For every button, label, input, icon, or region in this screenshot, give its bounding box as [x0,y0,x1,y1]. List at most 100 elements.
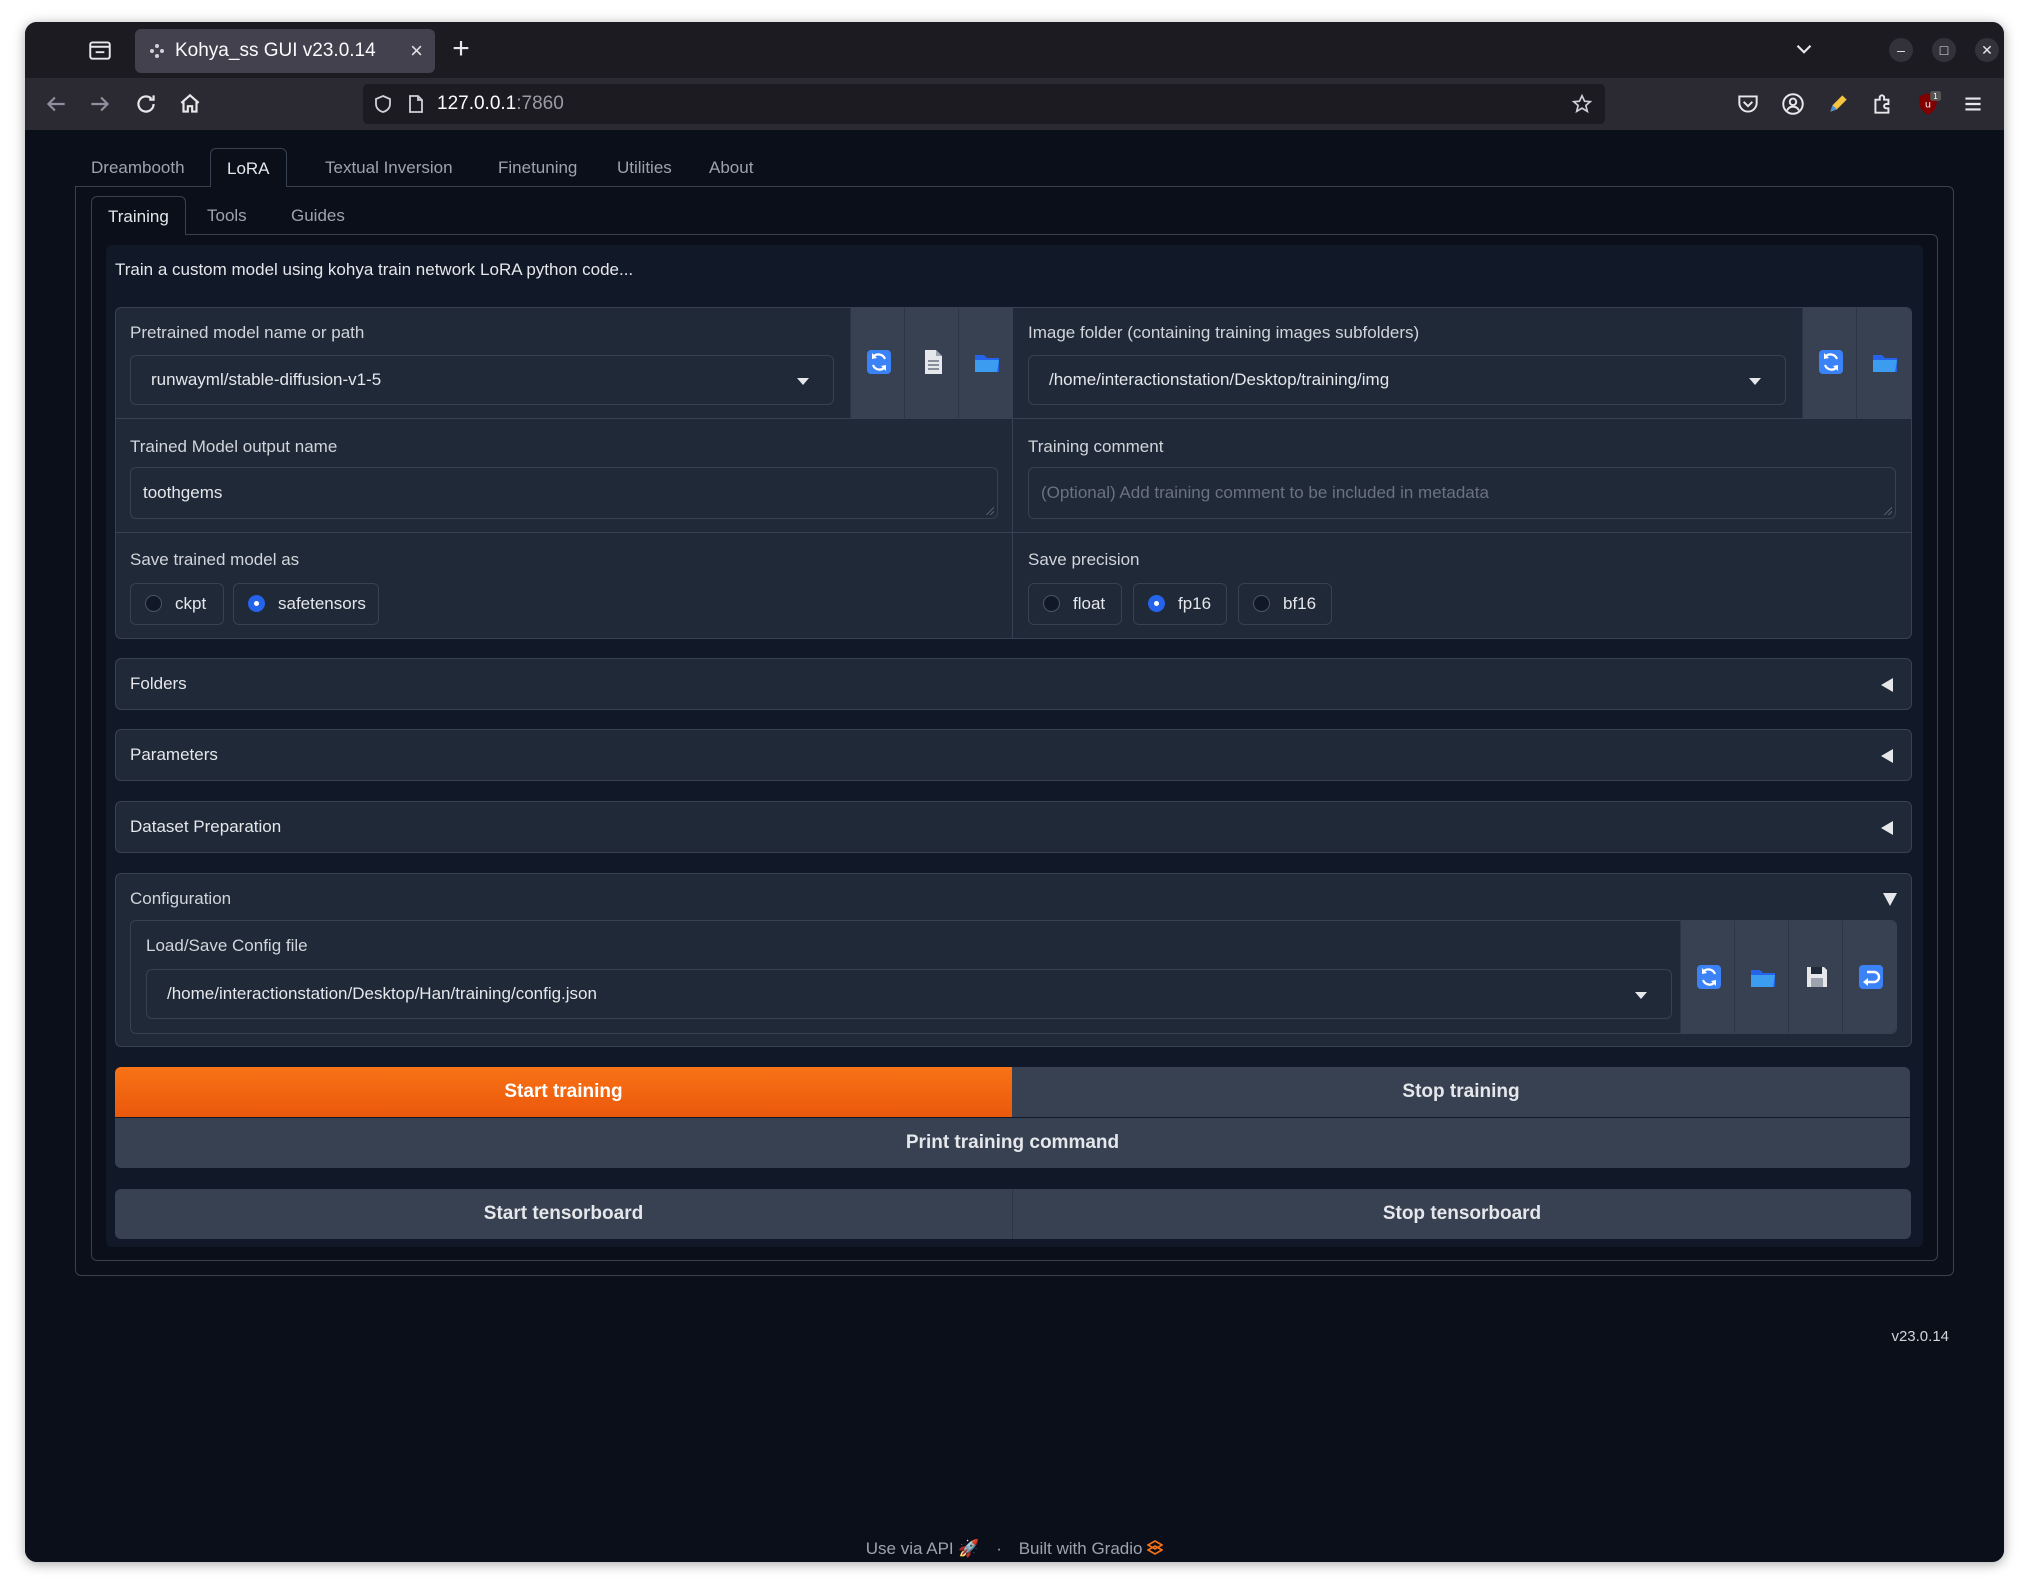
row-divider [116,418,1911,419]
parameters-accordion[interactable]: Parameters [115,729,1912,781]
radio-dot-selected [1148,595,1165,612]
select-image-folder-button[interactable] [1856,308,1911,418]
select-model-file-button[interactable] [904,308,959,418]
save-as-ckpt-radio[interactable]: ckpt [130,583,224,625]
svg-text:u: u [1925,99,1931,110]
bookmark-star-icon[interactable] [1571,93,1593,115]
use-via-api-link[interactable]: Use via API 🚀 [866,1539,980,1558]
extension-pencil-icon[interactable] [1825,91,1851,117]
browser-tab-title: Kohya_ss GUI v23.0.14 [175,40,376,61]
config-file-label: Load/Save Config file [146,936,308,955]
print-training-command-button[interactable]: Print training command [115,1118,1910,1168]
precision-bf16-radio[interactable]: bf16 [1238,583,1332,625]
stop-training-button[interactable]: Stop training [1012,1067,1910,1117]
image-folder-label: Image folder (containing training images… [1028,323,1420,342]
maximize-icon[interactable]: □ [1932,38,1956,62]
page-info-icon[interactable] [407,94,425,114]
tab-lora[interactable]: LoRA [210,148,287,187]
folder-icon [1873,355,1897,372]
resize-grip-icon[interactable] [1884,507,1892,515]
close-tab-icon[interactable]: × [410,38,423,64]
rocket-icon: 🚀 [958,1539,980,1558]
new-tab-icon[interactable]: + [443,32,479,66]
tab-textual-inversion[interactable]: Textual Inversion [309,148,469,186]
save-as-safetensors-label: safetensors [278,594,366,613]
tab-tools[interactable]: Tools [191,196,263,234]
dataset-preparation-accordion[interactable]: Dataset Preparation [115,801,1912,853]
ublock-origin-icon[interactable]: u 1 [1915,91,1941,117]
refresh-config-button[interactable] [1680,921,1735,1033]
pocket-icon[interactable] [1735,91,1761,117]
open-config-button[interactable] [1734,921,1789,1033]
url-text: 127.0.0.1:7860 [437,93,564,115]
refresh-image-folder-button[interactable] [1802,308,1857,418]
parameters-accordion-label: Parameters [130,745,218,764]
tab-dreambooth[interactable]: Dreambooth [75,148,201,186]
document-icon [925,350,942,374]
gradio-favicon-icon [150,44,164,58]
use-via-api-label: Use via API [865,1539,954,1558]
config-file-value: /home/interactionstation/Desktop/Han/tra… [167,984,597,1003]
tab-finetuning[interactable]: Finetuning [482,148,593,186]
dataset-preparation-accordion-label: Dataset Preparation [130,817,282,836]
config-file-dropdown[interactable]: /home/interactionstation/Desktop/Han/tra… [146,969,1672,1019]
column-divider [1012,308,1013,638]
save-as-safetensors-radio[interactable]: safetensors [233,583,379,625]
folders-accordion[interactable]: Folders [115,658,1912,710]
browser-nav-bar: 127.0.0.1:7860 u 1 [25,78,2004,130]
resize-grip-icon[interactable] [986,507,994,515]
output-name-label: Trained Model output name [130,437,338,456]
training-description: Train a custom model using kohya train n… [115,260,634,279]
forward-icon[interactable] [87,91,113,117]
url-port: :7860 [516,93,564,114]
model-settings-block: Pretrained model name or path runwayml/s… [115,307,1912,639]
list-all-tabs-icon[interactable] [1791,36,1817,62]
image-folder-value: /home/interactionstation/Desktop/trainin… [1049,370,1390,389]
select-model-folder-button[interactable] [958,308,1013,418]
training-content: Train a custom model using kohya train n… [106,245,1923,1247]
configuration-accordion-label[interactable]: Configuration [130,889,231,909]
save-as-label: Save trained model as [130,550,300,569]
start-training-button[interactable]: Start training [115,1067,1012,1117]
account-icon[interactable] [1780,91,1806,117]
precision-bf16-label: bf16 [1283,594,1317,613]
app-menu-icon[interactable] [1960,91,1986,117]
return-arrow-icon [1859,965,1883,989]
start-tensorboard-button[interactable]: Start tensorboard [115,1189,1012,1239]
home-icon[interactable] [177,91,203,117]
radio-dot [145,595,162,612]
tab-utilities[interactable]: Utilities [601,148,688,186]
built-with-gradio-link[interactable]: Built with Gradio [1019,1539,1164,1558]
firefox-view-icon[interactable] [87,37,113,63]
save-config-button[interactable] [1788,921,1843,1033]
stop-tensorboard-button[interactable]: Stop tensorboard [1012,1189,1911,1239]
expanded-arrow-icon[interactable] [1883,893,1897,906]
minimize-icon[interactable]: – [1889,38,1913,62]
precision-fp16-radio[interactable]: fp16 [1133,583,1227,625]
refresh-models-button[interactable] [850,308,905,418]
gradio-logo-icon [1146,1540,1164,1555]
output-name-input[interactable]: toothgems [130,467,998,519]
back-icon[interactable] [43,91,69,117]
tab-about[interactable]: About [693,148,769,186]
image-folder-dropdown[interactable]: /home/interactionstation/Desktop/trainin… [1028,355,1786,405]
extensions-puzzle-icon[interactable] [1870,91,1896,117]
pretrained-model-dropdown[interactable]: runwayml/stable-diffusion-v1-5 [130,355,834,405]
load-config-button[interactable] [1842,921,1896,1033]
browser-tab-active[interactable]: Kohya_ss GUI v23.0.14 × [135,29,435,73]
tab-training[interactable]: Training [91,196,186,235]
tab-guides[interactable]: Guides [275,196,361,234]
reload-icon[interactable] [133,91,159,117]
pretrained-model-value: runwayml/stable-diffusion-v1-5 [151,370,382,389]
folder-icon [1751,970,1775,987]
radio-dot-selected [248,595,265,612]
config-file-block: Load/Save Config file /home/interactions… [130,920,1897,1034]
close-window-icon[interactable]: ✕ [1975,38,1999,62]
training-comment-placeholder: (Optional) Add training comment to be in… [1041,483,1489,502]
floppy-disk-icon [1807,967,1827,987]
collapsed-arrow-icon [1881,749,1893,763]
tracking-protection-icon[interactable] [373,94,393,114]
address-bar[interactable]: 127.0.0.1:7860 [363,84,1605,124]
precision-float-radio[interactable]: float [1028,583,1122,625]
training-comment-input[interactable]: (Optional) Add training comment to be in… [1028,467,1896,519]
